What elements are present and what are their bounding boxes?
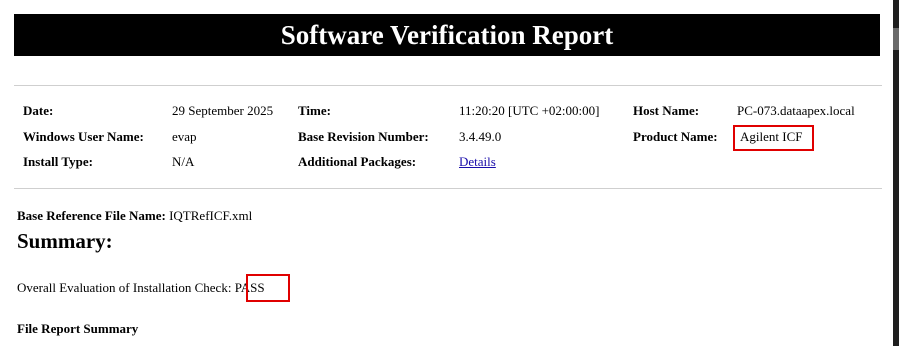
windows-user-label: Windows User Name: (23, 129, 144, 144)
product-name-highlight (733, 125, 814, 151)
summary-heading: Summary: (17, 229, 113, 253)
divider-top (14, 85, 882, 86)
time-label: Time: (298, 103, 331, 118)
reference-file-value: IQTRefICF.xml (169, 208, 253, 223)
report-title: Software Verification Report (14, 14, 880, 56)
product-name-label: Product Name: (633, 129, 718, 144)
file-report-summary-heading: File Report Summary (17, 321, 139, 336)
date-label: Date: (23, 103, 54, 118)
install-type-label: Install Type: (23, 154, 93, 169)
time-value: 11:20:20 [UTC +02:00:00] (459, 103, 600, 118)
additional-packages-label: Additional Packages: (298, 154, 417, 169)
reference-file-line: Base Reference File Name: IQTRefICF.xml (17, 208, 252, 224)
reference-file-label: Base Reference File Name: (17, 208, 166, 223)
host-name-value: PC-073.dataapex.local (737, 103, 855, 118)
divider-middle (14, 188, 882, 189)
install-type-value: N/A (172, 154, 195, 169)
base-revision-value: 3.4.49.0 (459, 129, 502, 144)
host-name-label: Host Name: (633, 103, 700, 118)
details-link[interactable]: Details (459, 154, 496, 170)
overall-evaluation-label: Overall Evaluation of Installation Check… (17, 280, 232, 295)
base-revision-label: Base Revision Number: (298, 129, 429, 144)
scrollbar[interactable] (893, 0, 899, 346)
overall-evaluation-line: Overall Evaluation of Installation Check… (17, 280, 265, 296)
pass-highlight (246, 274, 290, 302)
scrollbar-thumb[interactable] (893, 28, 899, 50)
date-value: 29 September 2025 (172, 103, 274, 118)
windows-user-value: evap (172, 129, 197, 144)
